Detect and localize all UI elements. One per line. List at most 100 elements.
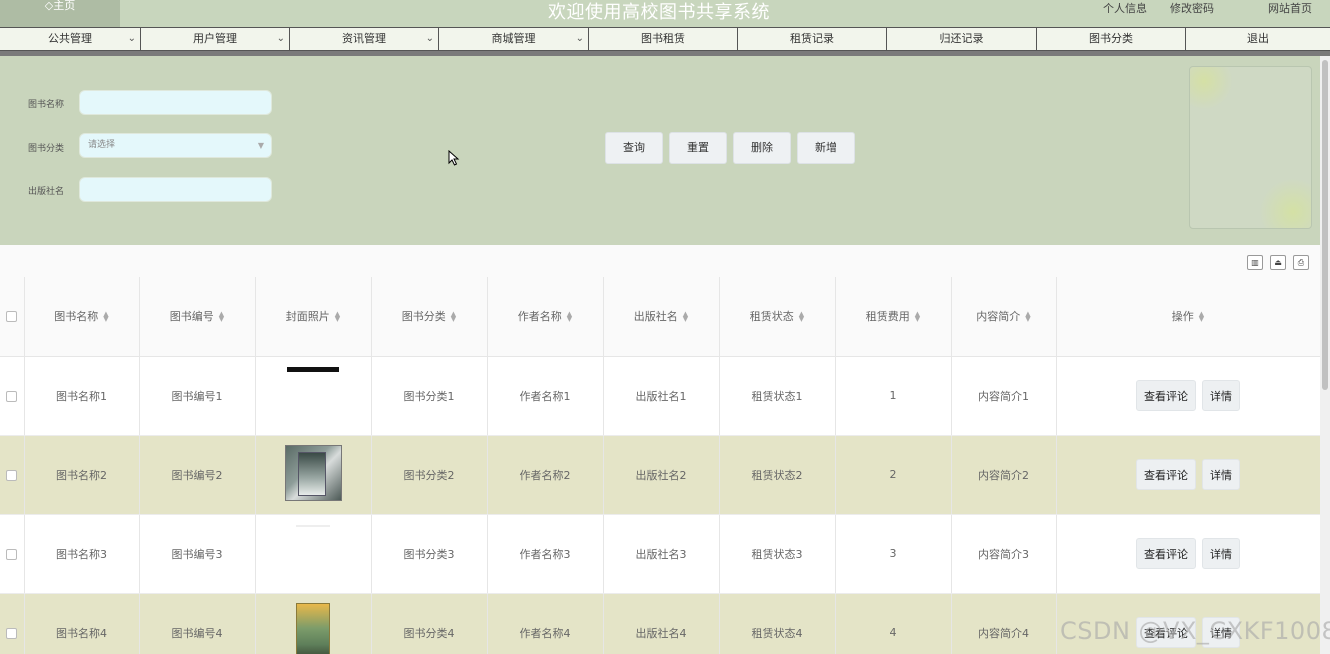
sort-icon[interactable]: ▲ ▼ [567,311,572,323]
change-password-link[interactable]: 修改密码 [1170,0,1214,16]
book-name-label: 图书名称 [28,100,65,110]
nav-logout[interactable]: 退出 [1186,28,1330,50]
cell-author: 作者名称2 [487,435,604,515]
cell-book-name: 图书名称2 [24,435,140,515]
detail-button[interactable]: 详情 [1202,538,1240,569]
cell-intro: 内容简介1 [951,356,1057,436]
cell-category: 图书分类4 [371,593,488,654]
sort-icon[interactable]: ▲ ▼ [683,311,688,323]
decor-blob [1190,67,1234,109]
chevron-down-icon: ⌄ [127,33,136,44]
scrollbar-thumb[interactable] [1322,60,1328,390]
header-checkbox-cell [0,277,25,357]
nav-label: 公共管理 [48,32,92,45]
column-header[interactable]: 租赁状态 ▲ ▼ [719,277,836,357]
cover-image [284,445,342,501]
cell-publisher: 出版社名3 [603,514,720,594]
delete-button[interactable]: 删除 [733,132,791,164]
sort-icon[interactable]: ▲ ▼ [103,311,108,323]
cell-cover [255,356,372,436]
sort-icon[interactable]: ▲ ▼ [799,311,804,323]
top-header: ◇主页 欢迎使用高校图书共享系统 个人信息 修改密码 网站首页 [0,0,1330,27]
sort-icon[interactable]: ▲ ▼ [1199,311,1204,323]
column-header[interactable]: 租赁费用 ▲ ▼ [835,277,952,357]
sort-icon[interactable]: ▲ ▼ [1025,311,1030,323]
nav-label: 商城管理 [491,32,536,45]
cell-publisher: 出版社名2 [603,435,720,515]
nav-return-records[interactable]: 归还记录 [887,28,1037,50]
column-title: 作者名称 [517,310,562,324]
column-title: 图书编号 [169,310,214,324]
nav-book-rental[interactable]: 图书租赁 [589,28,738,50]
cell-intro: 内容简介3 [951,514,1057,594]
cell-fee: 1 [835,356,952,436]
cell-book-code: 图书编号2 [139,435,256,515]
cell-status: 租赁状态1 [719,356,836,436]
book-category-select[interactable]: 请选择 ▼ [79,133,272,158]
nav-label: 资讯管理 [342,32,386,45]
add-button[interactable]: 新增 [797,132,855,164]
cell-book-name: 图书名称1 [24,356,140,436]
cell-publisher: 出版社名1 [603,356,720,436]
row-checkbox-cell [0,593,25,654]
nav-news-management[interactable]: 资讯管理 ⌄ [290,28,439,50]
table-row: 图书名称2 图书编号2 图书分类2 作者名称2 出版社名2 租赁状态2 2 内容简介2 查看评论… [0,435,1320,515]
column-header[interactable]: 出版社名 ▲ ▼ [603,277,720,357]
site-title: 欢迎使用高校图书共享系统 [548,2,770,23]
site-home-link[interactable]: 网站首页 [1268,0,1312,16]
cell-fee: 2 [835,435,952,515]
book-name-input[interactable] [79,90,272,115]
sort-icon[interactable]: ▲ ▼ [219,311,224,323]
decor-blob [1258,179,1311,228]
cell-fee: 3 [835,514,952,594]
column-header[interactable]: 封面照片 ▲ ▼ [255,277,372,357]
view-comments-button[interactable]: 查看评论 [1136,459,1196,490]
cell-author: 作者名称4 [487,593,604,654]
decorative-card [1189,66,1312,229]
cell-book-name: 图书名称3 [24,514,140,594]
export-icon[interactable]: ⏏ [1270,255,1286,270]
column-title: 内容简介 [976,310,1021,324]
nav-user-management[interactable]: 用户管理 ⌄ [141,28,290,50]
nav-label: 租赁记录 [790,32,834,45]
query-button[interactable]: 查询 [605,132,663,164]
detail-button[interactable]: 详情 [1202,380,1240,411]
column-title: 租赁状态 [749,310,794,324]
row-checkbox[interactable] [6,548,18,560]
nav-shop-management[interactable]: 商城管理 ⌄ [439,28,589,50]
profile-link[interactable]: 个人信息 [1103,0,1147,16]
cell-status: 租赁状态4 [719,593,836,654]
nav-rental-records[interactable]: 租赁记录 [738,28,887,50]
row-checkbox[interactable] [6,627,18,639]
column-header[interactable]: 图书分类 ▲ ▼ [371,277,488,357]
nav-label: 归还记录 [939,32,984,45]
home-tab[interactable]: ◇主页 [0,0,120,27]
column-header[interactable]: 图书名称 ▲ ▼ [24,277,140,357]
cover-image [296,525,330,527]
view-comments-button[interactable]: 查看评论 [1136,380,1196,411]
nav-book-categories[interactable]: 图书分类 [1037,28,1186,50]
sort-icon[interactable]: ▲ ▼ [451,311,456,323]
column-header[interactable]: 操作 ▲ ▼ [1056,277,1320,357]
view-comments-button[interactable]: 查看评论 [1136,538,1196,569]
columns-icon[interactable]: ▥ [1247,255,1263,270]
cell-status: 租赁状态2 [719,435,836,515]
cell-book-code: 图书编号4 [139,593,256,654]
table-row: 图书名称3 图书编号3 图书分类3 作者名称3 出版社名3 租赁状态3 3 内容简介3 查看评论… [0,514,1320,594]
publisher-input[interactable] [79,177,272,202]
select-all-checkbox[interactable] [6,311,18,323]
sort-icon[interactable]: ▲ ▼ [915,311,920,323]
column-header[interactable]: 图书编号 ▲ ▼ [139,277,256,357]
row-checkbox[interactable] [6,390,18,402]
nav-public-management[interactable]: 公共管理 ⌄ [0,28,141,50]
row-checkbox[interactable] [6,469,18,481]
column-header[interactable]: 作者名称 ▲ ▼ [487,277,604,357]
print-icon[interactable]: ⎙ [1293,255,1309,270]
reset-button[interactable]: 重置 [669,132,727,164]
book-table: 图书名称 ▲ ▼ 图书编号 ▲ ▼ 封面照片 ▲ ▼ 图书分类 ▲ ▼ 作者名称 ▲ ▼ 出版社名 ▲… [0,277,1320,654]
watermark: CSDN @VX_CXKF10088 [1060,617,1330,645]
detail-button[interactable]: 详情 [1202,459,1240,490]
column-header[interactable]: 内容简介 ▲ ▼ [951,277,1057,357]
cell-category: 图书分类1 [371,356,488,436]
sort-icon[interactable]: ▲ ▼ [335,311,340,323]
